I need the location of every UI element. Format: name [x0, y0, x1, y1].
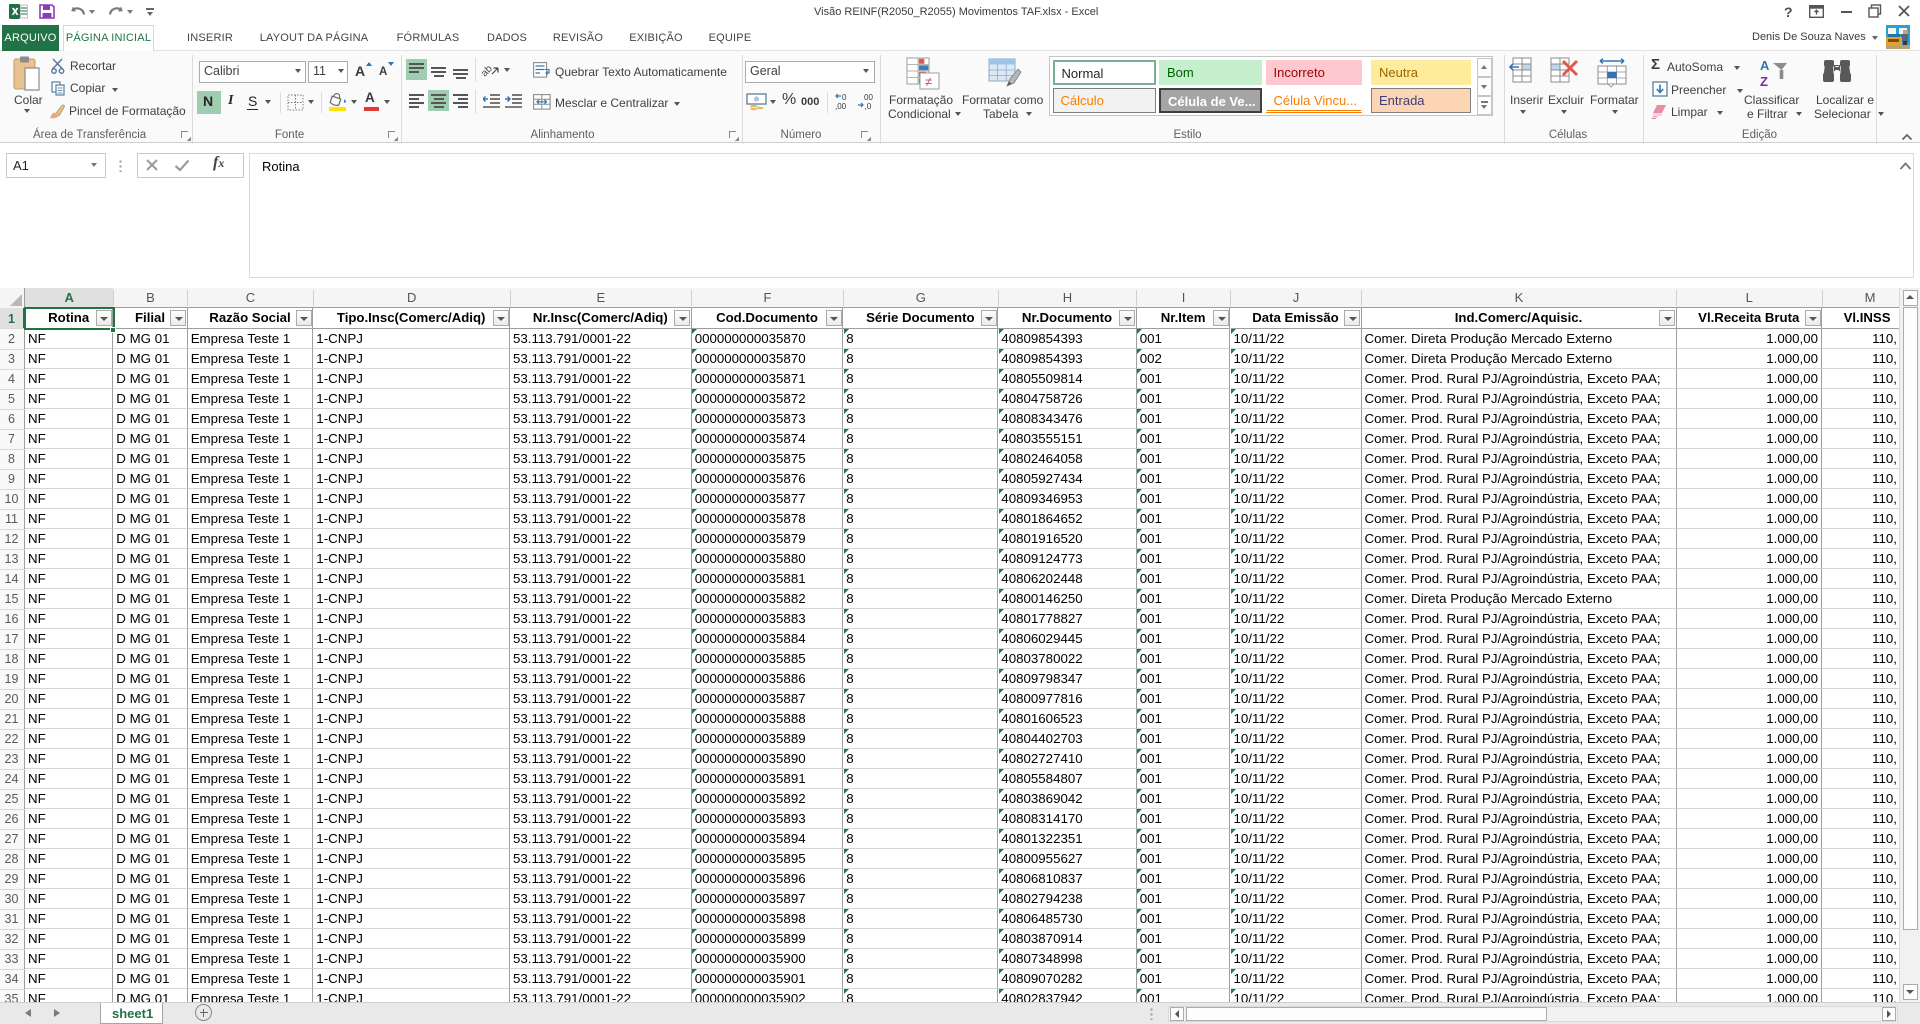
- svg-text:,00: ,00: [835, 102, 847, 111]
- svg-text:≠: ≠: [925, 74, 932, 89]
- svg-text:,0: ,0: [865, 102, 872, 111]
- svg-text:Z: Z: [1760, 74, 1768, 89]
- svg-text:00: 00: [864, 93, 873, 102]
- svg-text:ab: ab: [482, 63, 495, 78]
- svg-text:A: A: [1760, 58, 1770, 73]
- svg-text:0: 0: [842, 93, 847, 102]
